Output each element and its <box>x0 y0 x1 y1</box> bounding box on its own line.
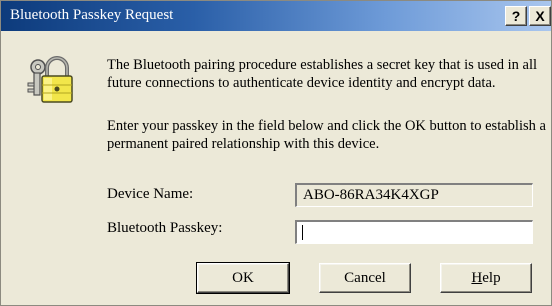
title-help-button[interactable]: ? <box>505 6 527 26</box>
help-accelerator: H <box>471 270 483 286</box>
title-bar: Bluetooth Passkey Request ? X <box>1 1 551 31</box>
passkey-label: Bluetooth Passkey: <box>107 220 223 236</box>
passkey-input[interactable] <box>295 220 533 244</box>
title-close-button[interactable]: X <box>529 6 551 26</box>
description-paragraph-1: The Bluetooth pairing procedure establis… <box>107 57 538 91</box>
help-label-rest: elp <box>482 270 501 286</box>
lock-with-keys-icon <box>27 56 73 103</box>
cancel-button[interactable]: Cancel <box>319 263 411 293</box>
help-button[interactable]: Help <box>440 263 532 293</box>
dialog-title: Bluetooth Passkey Request <box>10 7 174 23</box>
text-caret <box>302 225 303 240</box>
device-name-label: Device Name: <box>107 186 194 202</box>
ok-button[interactable]: OK <box>196 262 290 294</box>
device-name-field: ABO-86RA34K4XGP <box>295 183 533 207</box>
bluetooth-passkey-dialog: Bluetooth Passkey Request ? X The Blueto… <box>0 0 552 306</box>
description-paragraph-2: Enter your passkey in the field below an… <box>107 118 546 152</box>
